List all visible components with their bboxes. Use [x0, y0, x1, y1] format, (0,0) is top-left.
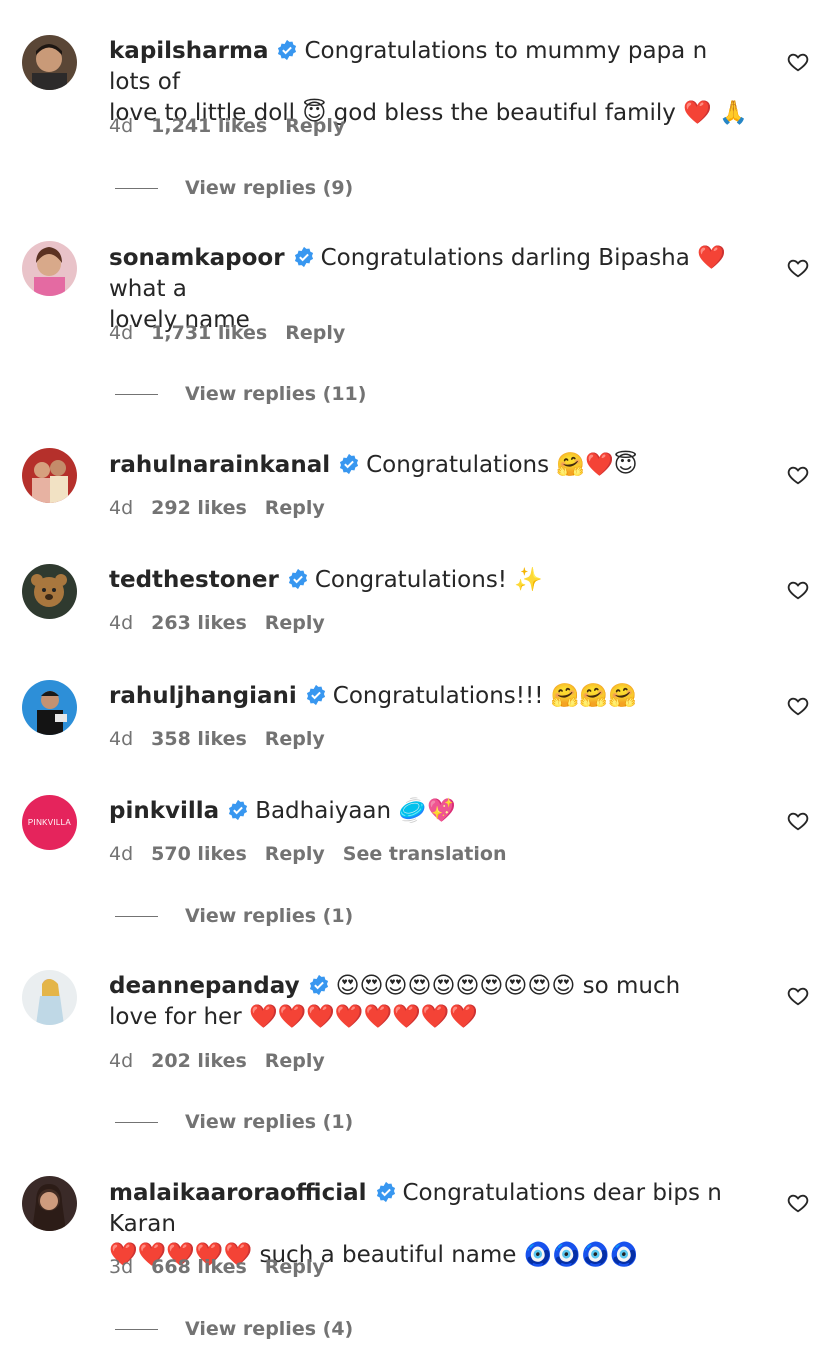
reply-button[interactable]: Reply: [285, 115, 345, 137]
view-replies[interactable]: View replies (4): [115, 1317, 353, 1341]
comment-text: 😍😍😍😍😍😍😍😍😍😍 so much: [335, 973, 681, 999]
like-heart-icon[interactable]: [787, 257, 809, 279]
reply-button[interactable]: Reply: [265, 1050, 325, 1072]
likes-count[interactable]: 292 likes: [151, 497, 247, 519]
see-translation-button[interactable]: See translation: [343, 843, 507, 865]
likes-count[interactable]: 1,731 likes: [151, 322, 267, 344]
verified-badge-icon: [375, 1181, 397, 1203]
likes-count[interactable]: 358 likes: [151, 728, 247, 750]
like-heart-icon[interactable]: [787, 579, 809, 601]
timestamp[interactable]: 4d: [109, 728, 133, 750]
view-replies-button[interactable]: View replies (4): [185, 1318, 353, 1340]
divider-line: [115, 1329, 158, 1330]
verified-badge-icon: [305, 684, 327, 706]
likes-count[interactable]: 668 likes: [151, 1256, 247, 1278]
view-replies[interactable]: View replies (9): [115, 176, 353, 200]
avatar[interactable]: [22, 564, 77, 619]
divider-line: [115, 916, 158, 917]
comment-text: Congratulations!!! 🤗🤗🤗: [332, 683, 637, 709]
avatar[interactable]: PINKVILLA: [22, 795, 77, 850]
comment-body: deannepanday 😍😍😍😍😍😍😍😍😍😍 so much love for …: [109, 971, 749, 1033]
timestamp[interactable]: 4d: [109, 115, 133, 137]
verified-badge-icon: [308, 974, 330, 996]
timestamp[interactable]: 4d: [109, 497, 133, 519]
comment-body: pinkvilla Badhaiyaan 🥏💖: [109, 796, 749, 827]
username[interactable]: tedthestoner: [109, 567, 279, 593]
avatar[interactable]: [22, 35, 77, 90]
like-heart-icon[interactable]: [787, 1192, 809, 1214]
verified-badge-icon: [276, 39, 298, 61]
reply-button[interactable]: Reply: [265, 843, 325, 865]
divider-line: [115, 188, 158, 189]
view-replies-button[interactable]: View replies (1): [185, 905, 353, 927]
comment-body: rahulnarainkanal Congratulations 🤗❤️😇: [109, 450, 749, 481]
comment-meta: 4d 358 likes Reply: [109, 727, 343, 751]
timestamp[interactable]: 4d: [109, 322, 133, 344]
avatar[interactable]: [22, 448, 77, 503]
likes-count[interactable]: 570 likes: [151, 843, 247, 865]
comment-body: rahuljhangiani Congratulations!!! 🤗🤗🤗: [109, 681, 749, 712]
pinkvilla-logo-text: PINKVILLA: [27, 818, 72, 827]
username[interactable]: deannepanday: [109, 973, 300, 999]
comment-text: Badhaiyaan 🥏💖: [255, 798, 456, 824]
comment-meta: 4d 292 likes Reply: [109, 496, 343, 520]
comment-body: tedthestoner Congratulations! ✨: [109, 565, 749, 596]
comment-meta: 3d 668 likes Reply: [109, 1255, 343, 1279]
likes-count[interactable]: 263 likes: [151, 612, 247, 634]
reply-button[interactable]: Reply: [265, 728, 325, 750]
comment-text: Congratulations 🤗❤️😇: [366, 452, 638, 478]
timestamp[interactable]: 4d: [109, 612, 133, 634]
view-replies-button[interactable]: View replies (9): [185, 177, 353, 199]
timestamp[interactable]: 4d: [109, 1050, 133, 1072]
reply-button[interactable]: Reply: [265, 497, 325, 519]
verified-badge-icon: [338, 453, 360, 475]
comment-meta: 4d 202 likes Reply: [109, 1049, 343, 1073]
reply-button[interactable]: Reply: [265, 1256, 325, 1278]
view-replies-button[interactable]: View replies (1): [185, 1111, 353, 1133]
like-heart-icon[interactable]: [787, 810, 809, 832]
avatar[interactable]: [22, 241, 77, 296]
divider-line: [115, 1122, 158, 1123]
timestamp[interactable]: 4d: [109, 843, 133, 865]
timestamp[interactable]: 3d: [109, 1256, 133, 1278]
verified-badge-icon: [293, 246, 315, 268]
comment-text: Congratulations! ✨: [314, 567, 543, 593]
avatar[interactable]: [22, 970, 77, 1025]
view-replies[interactable]: View replies (11): [115, 382, 366, 406]
comment-meta: 4d 1,731 likes Reply: [109, 321, 363, 345]
view-replies[interactable]: View replies (1): [115, 1110, 353, 1134]
username[interactable]: kapilsharma: [109, 38, 268, 64]
comment-meta: 4d 263 likes Reply: [109, 611, 343, 635]
like-heart-icon[interactable]: [787, 985, 809, 1007]
likes-count[interactable]: 1,241 likes: [151, 115, 267, 137]
like-heart-icon[interactable]: [787, 695, 809, 717]
verified-badge-icon: [227, 799, 249, 821]
like-heart-icon[interactable]: [787, 464, 809, 486]
username[interactable]: sonamkapoor: [109, 245, 285, 271]
username[interactable]: pinkvilla: [109, 798, 219, 824]
comment-text-line2: love for her ❤️❤️❤️❤️❤️❤️❤️❤️: [109, 1004, 479, 1030]
comment-meta: 4d 1,241 likes Reply: [109, 114, 363, 138]
username[interactable]: malaikaaroraofficial: [109, 1180, 367, 1206]
reply-button[interactable]: Reply: [265, 612, 325, 634]
reply-button[interactable]: Reply: [285, 322, 345, 344]
username[interactable]: rahuljhangiani: [109, 683, 297, 709]
divider-line: [115, 394, 158, 395]
like-heart-icon[interactable]: [787, 51, 809, 73]
comment-meta: 4d 570 likes Reply See translation: [109, 842, 525, 866]
likes-count[interactable]: 202 likes: [151, 1050, 247, 1072]
avatar[interactable]: [22, 1176, 77, 1231]
verified-badge-icon: [287, 568, 309, 590]
avatar[interactable]: [22, 680, 77, 735]
view-replies[interactable]: View replies (1): [115, 904, 353, 928]
view-replies-button[interactable]: View replies (11): [185, 383, 366, 405]
username[interactable]: rahulnarainkanal: [109, 452, 330, 478]
